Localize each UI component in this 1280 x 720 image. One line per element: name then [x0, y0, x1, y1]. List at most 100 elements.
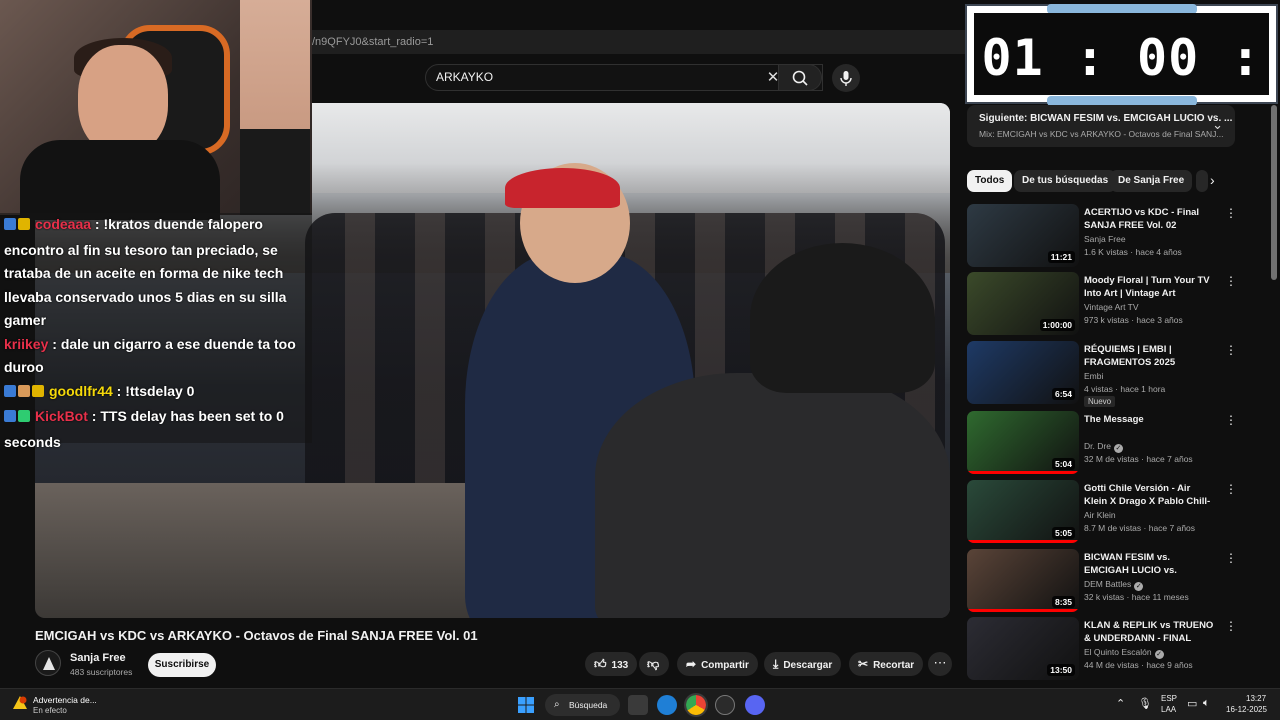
recommendation-channel[interactable]: El Quinto Escalón ✓	[1084, 647, 1164, 659]
more-options-icon[interactable]: ⋮	[1225, 551, 1237, 565]
search-box[interactable]: ✕	[425, 64, 823, 91]
clock-time[interactable]: 13:27	[1246, 694, 1266, 703]
watch-progress-bar	[967, 609, 1079, 612]
recommendation-thumbnail[interactable]: 13:50	[967, 617, 1079, 680]
streamer-face	[78, 45, 168, 155]
filter-chips: Todos De tus búsquedas De Sanja Free	[967, 170, 1237, 192]
more-options-icon[interactable]: ⋮	[1225, 274, 1237, 288]
windows-start-icon[interactable]	[518, 697, 534, 713]
recommendation-thumbnail[interactable]: 11:21	[967, 204, 1079, 267]
recommendation-item[interactable]: 13:50 KLAN & REPLIK vs TRUENO & UNDERDANN…	[967, 617, 1247, 681]
recommendation-thumbnail[interactable]: 6:54	[967, 341, 1079, 404]
task-view-icon[interactable]	[628, 695, 648, 715]
recommendation-channel[interactable]: Dr. Dre ✓	[1084, 441, 1123, 453]
scissors-icon: ✂	[858, 657, 869, 671]
keyboard-language[interactable]: ESP	[1161, 694, 1177, 703]
recommendation-title[interactable]: Gotti Chile Versión - Air Klein X Drago …	[1084, 482, 1214, 508]
chip-all[interactable]: Todos	[967, 170, 1013, 192]
recommendation-channel[interactable]: DEM Battles ✓	[1084, 579, 1144, 591]
recommendation-thumbnail[interactable]: 5:05	[967, 480, 1079, 543]
verified-check-icon: ✓	[1154, 650, 1164, 659]
download-button[interactable]: ⤓ Descargar	[764, 652, 842, 676]
chat-text: : !kratos duende falopero encontro al fi…	[4, 216, 287, 328]
recommendation-title[interactable]: BICWAN FESIM vs. EMCIGAH LUCIO vs. MALAK…	[1084, 551, 1214, 577]
recommendation-item[interactable]: 8:35 BICWAN FESIM vs. EMCIGAH LUCIO vs. M…	[967, 549, 1247, 613]
obs-studio-icon[interactable]	[715, 695, 735, 715]
recommendation-title[interactable]: ACERTIJO vs KDC - Final SANJA FREE Vol. …	[1084, 206, 1214, 232]
recommendation-meta: 32 M de vistas · hace 7 años	[1084, 454, 1193, 464]
microphone-icon[interactable]: 🎙︎	[1138, 697, 1152, 710]
countdown-timer-overlay: 01 : 00 : 00	[965, 4, 1278, 145]
taskbar-search[interactable]: ⌕ Búsqueda	[545, 694, 620, 716]
keyboard-layout[interactable]: LAA	[1161, 705, 1176, 714]
streamer-webcam	[0, 0, 312, 220]
recommendation-title[interactable]: Moody Floral | Turn Your TV Into Art | V…	[1084, 274, 1214, 300]
recommendation-thumbnail[interactable]: 5:04	[967, 411, 1079, 474]
channel-avatar[interactable]	[35, 650, 61, 676]
recommendation-item[interactable]: 5:04 The Message Dr. Dre ✓ 32 M de vistas · …	[967, 411, 1247, 475]
chat-badges-icon	[4, 407, 32, 431]
timer-panel: 01 : 00 : 00	[974, 13, 1269, 145]
channel-label: Vintage Art TV	[1084, 302, 1139, 312]
chip-from-searches[interactable]: De tus búsquedas	[1014, 170, 1117, 192]
playlist-up-next[interactable]: Siguiente: BICWAN FESIM vs. EMCIGAH LUCI…	[967, 105, 1235, 147]
recommendation-meta: 32 k vistas · hace 11 meses	[1084, 592, 1189, 602]
recommendation-item[interactable]: 5:05 Gotti Chile Versión - Air Klein X Dr…	[967, 480, 1247, 544]
clock-date[interactable]: 16-12-2025	[1226, 705, 1267, 714]
chrome-browser-icon[interactable]	[684, 693, 708, 717]
chat-message: kriikey : dale un cigarro a ese duende t…	[4, 333, 308, 380]
weather-warning-icon[interactable]	[12, 695, 28, 711]
video-frame-red-cap	[505, 168, 620, 208]
recommendation-item[interactable]: 11:21 ACERTIJO vs KDC - Final SANJA FREE …	[967, 204, 1247, 268]
chip-sanja-free[interactable]: De Sanja Free	[1110, 170, 1193, 192]
more-actions-icon[interactable]: ⋯	[928, 652, 952, 676]
channel-name[interactable]: Sanja Free	[70, 652, 126, 664]
recommendation-channel[interactable]: Vintage Art TV	[1084, 302, 1139, 312]
speaker-icon[interactable]: 🔈︎	[1203, 697, 1210, 710]
recommendation-title[interactable]: KLAN & REPLIK vs TRUENO & UNDERDANN - FI…	[1084, 619, 1214, 645]
warning-subtitle: En efecto	[33, 706, 67, 715]
more-options-icon[interactable]: ⋮	[1225, 482, 1237, 496]
recommendation-item[interactable]: 6:54 RÉQUIEMS | EMBI | FRAGMENTOS 2025 Emb…	[967, 341, 1247, 407]
like-button[interactable]: 👍︎ 133	[585, 652, 637, 676]
chevron-right-icon[interactable]: ›	[1210, 172, 1215, 188]
recommendation-meta: 8.7 M de vistas · hace 7 años	[1084, 523, 1196, 533]
search-button[interactable]	[778, 64, 822, 91]
screen: /n9QFYJ0&start_radio=1 ✕ codeaaa :	[0, 0, 1280, 720]
video-duration: 13:50	[1047, 664, 1075, 676]
recommendation-thumbnail[interactable]: 1:00:00	[967, 272, 1079, 335]
thumbs-up-icon: 👍︎	[594, 657, 607, 671]
recommendation-channel[interactable]: Embi	[1084, 371, 1103, 381]
warning-title[interactable]: Advertencia de...	[33, 695, 97, 705]
more-options-icon[interactable]: ⋮	[1225, 206, 1237, 220]
dislike-button[interactable]: 👎︎	[639, 652, 669, 676]
edge-browser-icon[interactable]	[657, 695, 677, 715]
recommendation-title[interactable]: The Message	[1084, 413, 1214, 426]
recommendation-title[interactable]: RÉQUIEMS | EMBI | FRAGMENTOS 2025	[1084, 343, 1214, 369]
more-options-icon[interactable]: ⋮	[1225, 413, 1237, 427]
youtube-header: ✕	[312, 56, 965, 100]
chevron-up-icon[interactable]: ⌃	[1116, 697, 1125, 710]
recommendation-channel[interactable]: Air Klein	[1084, 510, 1116, 520]
more-options-icon[interactable]: ⋮	[1225, 619, 1237, 633]
discord-icon[interactable]	[745, 695, 765, 715]
channel-label: DEM Battles	[1084, 579, 1132, 589]
voice-search-button[interactable]	[832, 64, 860, 92]
share-button[interactable]: ➦ Compartir	[677, 652, 758, 676]
more-options-icon[interactable]: ⋮	[1225, 343, 1237, 357]
recommendation-thumbnail[interactable]: 8:35	[967, 549, 1079, 612]
search-input[interactable]	[436, 70, 746, 84]
clip-button[interactable]: ✂ Recortar	[849, 652, 924, 676]
recommendation-meta: 973 k vistas · hace 3 años	[1084, 315, 1183, 325]
recommendation-item[interactable]: 1:00:00 Moody Floral | Turn Your TV Into …	[967, 272, 1247, 336]
chevron-down-icon[interactable]: ⌄	[1212, 117, 1223, 133]
chat-message: KickBot : TTS delay has been set to 0 se…	[4, 405, 308, 454]
subscribe-button[interactable]: Suscribirse	[148, 653, 216, 677]
video-duration: 8:35	[1051, 596, 1075, 608]
thumbs-down-icon: 👎︎	[647, 657, 660, 671]
sidebar-scrollbar[interactable]	[1271, 105, 1277, 280]
recommendation-channel[interactable]: Sanja Free	[1084, 234, 1126, 244]
recommendation-meta: 4 vistas · hace 1 hora	[1084, 384, 1166, 394]
network-icon[interactable]: ▭	[1187, 697, 1197, 710]
chip-partial[interactable]	[1196, 170, 1208, 192]
